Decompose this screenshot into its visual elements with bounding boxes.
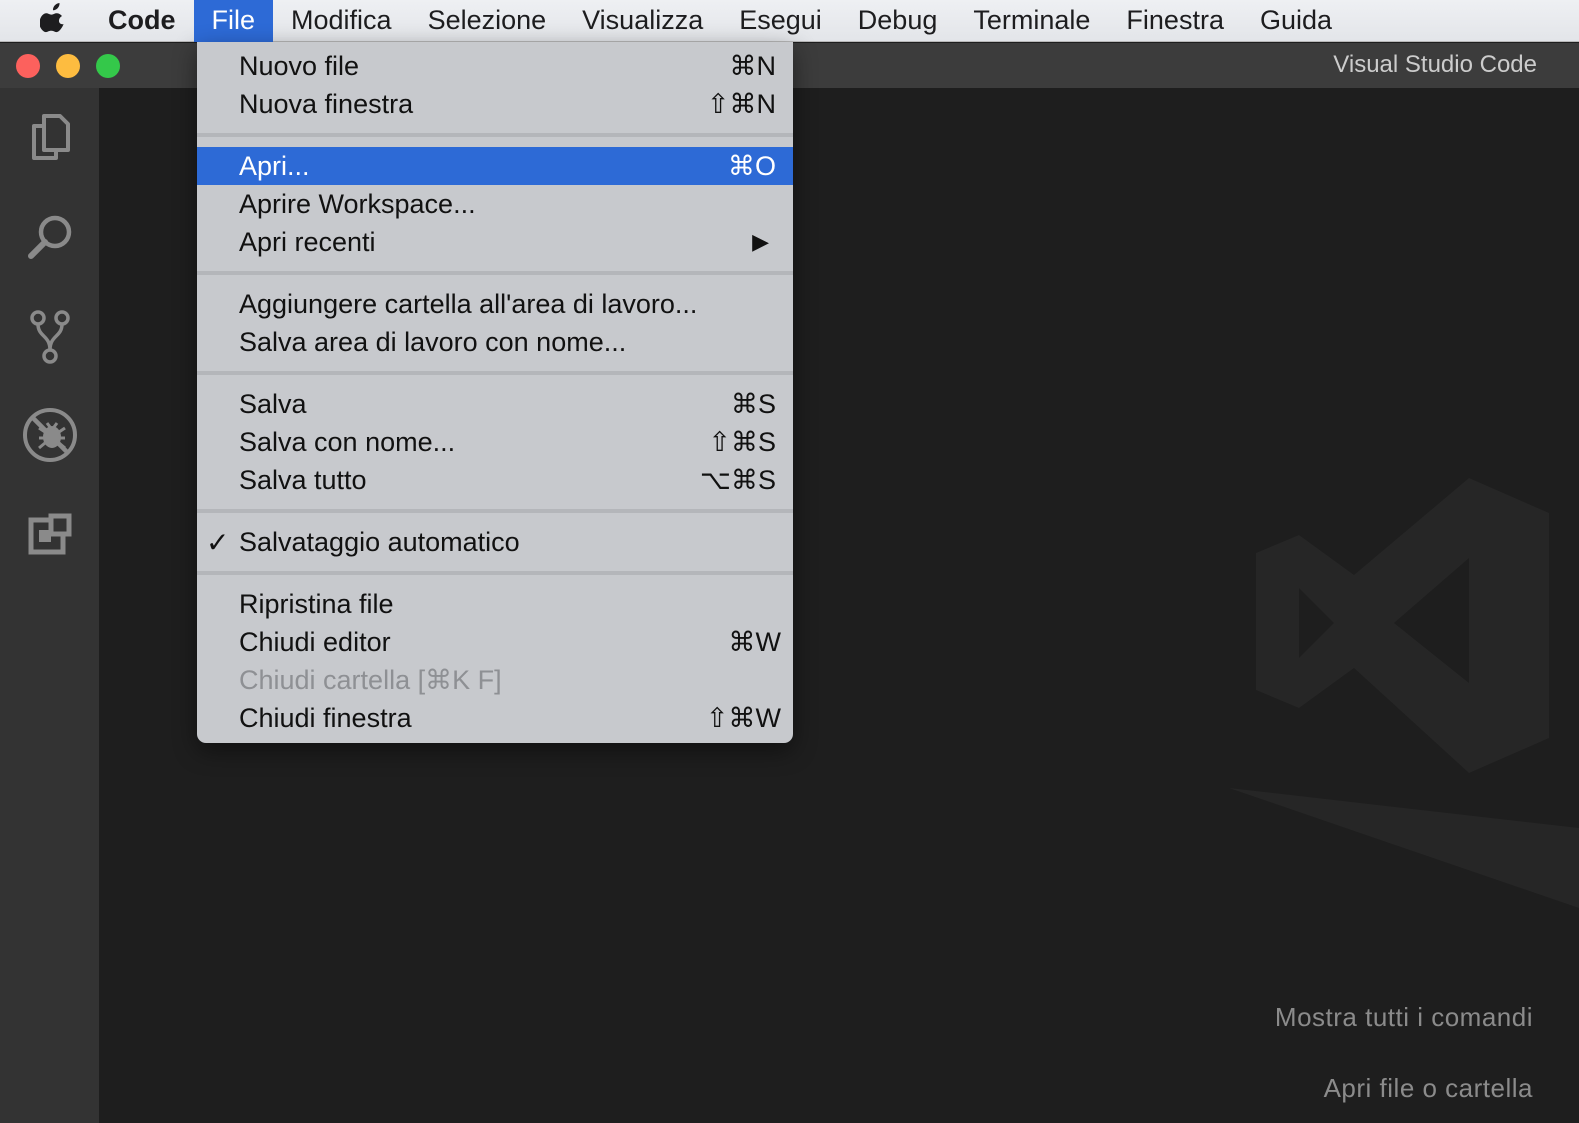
show-all-commands-hint: Mostra tutti i comandi: [1274, 1002, 1533, 1032]
menu-code[interactable]: Code: [108, 0, 194, 42]
menu-item-salva-area-di-lavoro[interactable]: Salva area di lavoro con nome...: [197, 323, 793, 361]
menu-selezione[interactable]: Selezione: [410, 0, 565, 42]
menu-item-shortcut: ⌘S: [730, 388, 776, 419]
menu-item-label: Ripristina file: [239, 588, 394, 619]
menu-item-nuova-finestra[interactable]: Nuova finestra ⇧⌘N: [197, 85, 793, 123]
menu-item-salva[interactable]: Salva ⌘S: [197, 385, 793, 423]
activity-bar: [0, 88, 99, 1123]
menu-item-label: Salva: [239, 388, 307, 419]
menu-item-label: Salvataggio automatico: [239, 526, 520, 557]
menu-item-shortcut: ⌘W: [728, 626, 781, 657]
window-title: Visual Studio Code: [1333, 51, 1537, 78]
menu-guida[interactable]: Guida: [1242, 0, 1350, 42]
menu-item-label: Aprire Workspace...: [239, 188, 476, 219]
menu-item-label: Chiudi cartella [⌘K F]: [239, 664, 502, 695]
menu-item-salva-tutto[interactable]: Salva tutto ⌥⌘S: [197, 461, 793, 499]
menu-item-shortcut: ⌘O: [727, 150, 776, 181]
menu-item-salva-con-nome[interactable]: Salva con nome... ⇧⌘S: [197, 423, 793, 461]
menu-esegui[interactable]: Esegui: [721, 0, 840, 42]
menu-item-label: Nuova finestra: [239, 88, 414, 119]
menu-item-shortcut: ⇧⌘W: [705, 702, 781, 733]
extensions-icon[interactable]: [19, 504, 81, 566]
menu-item-apri[interactable]: Apri... ⌘O: [197, 147, 793, 185]
menu-finestra[interactable]: Finestra: [1108, 0, 1242, 42]
menu-debug[interactable]: Debug: [840, 0, 956, 42]
menu-visualizza[interactable]: Visualizza: [564, 0, 721, 42]
checkmark-icon: ✓: [206, 526, 230, 558]
menu-item-ripristina-file[interactable]: Ripristina file: [197, 585, 793, 623]
menu-item-aprire-workspace[interactable]: Aprire Workspace...: [197, 185, 793, 223]
menu-item-label: Aggiungere cartella all'area di lavoro..…: [239, 288, 698, 319]
menu-separator: [197, 361, 793, 385]
menu-item-label: Salva tutto: [239, 464, 367, 495]
source-control-icon[interactable]: [19, 306, 81, 368]
screen: Code File Modifica Selezione Visualizza …: [0, 0, 1579, 1123]
vscode-logo-icon: [1219, 468, 1579, 1033]
menu-file[interactable]: File: [193, 0, 274, 42]
menu-item-label: Salva con nome...: [239, 426, 456, 457]
menu-item-shortcut: ⇧⌘S: [708, 426, 776, 457]
menu-item-shortcut: ⌥⌘S: [699, 464, 776, 495]
menu-item-shortcut: ⇧⌘N: [706, 88, 776, 119]
file-menu-dropdown: Nuovo file ⌘N Nuova finestra ⇧⌘N Apri...…: [197, 42, 793, 743]
menu-item-apri-recenti[interactable]: Apri recenti ▶: [197, 223, 793, 261]
submenu-arrow-icon: ▶: [752, 229, 769, 254]
menu-item-nuovo-file[interactable]: Nuovo file ⌘N: [197, 47, 793, 85]
apple-logo-icon: [39, 1, 68, 40]
menu-item-shortcut: ⌘N: [729, 50, 777, 81]
window-close-button[interactable]: [16, 54, 40, 78]
menu-item-chiudi-editor[interactable]: Chiudi editor ⌘W: [197, 623, 793, 661]
window-maximize-button[interactable]: [96, 54, 120, 78]
menu-item-label: Salva area di lavoro con nome...: [239, 326, 627, 357]
menu-modifica[interactable]: Modifica: [273, 0, 410, 42]
menu-item-label: Apri recenti: [239, 226, 376, 257]
search-icon[interactable]: [19, 206, 81, 268]
menu-separator: [197, 123, 793, 147]
menu-separator: [197, 561, 793, 585]
apple-menu[interactable]: [0, 0, 108, 42]
window-minimize-button[interactable]: [56, 54, 80, 78]
menu-item-chiudi-finestra[interactable]: Chiudi finestra ⇧⌘W: [197, 699, 793, 737]
menu-bar: Code File Modifica Selezione Visualizza …: [0, 0, 1579, 42]
menu-item-label: Apri...: [239, 150, 310, 181]
menu-item-salvataggio-automatico[interactable]: ✓ Salvataggio automatico: [197, 523, 793, 561]
menu-separator: [197, 261, 793, 285]
menu-item-label: Nuovo file: [239, 50, 360, 81]
open-file-or-folder-hint: Apri file o cartella: [1323, 1073, 1533, 1103]
menu-item-label: Chiudi editor: [239, 626, 391, 657]
menu-item-chiudi-cartella: Chiudi cartella [⌘K F]: [197, 661, 793, 699]
menu-item-aggiungere-cartella[interactable]: Aggiungere cartella all'area di lavoro..…: [197, 285, 793, 323]
debug-icon[interactable]: [19, 404, 81, 466]
menu-item-label: Chiudi finestra: [239, 702, 412, 733]
menu-separator: [197, 499, 793, 523]
menu-terminale[interactable]: Terminale: [955, 0, 1108, 42]
explorer-icon[interactable]: [19, 106, 81, 168]
